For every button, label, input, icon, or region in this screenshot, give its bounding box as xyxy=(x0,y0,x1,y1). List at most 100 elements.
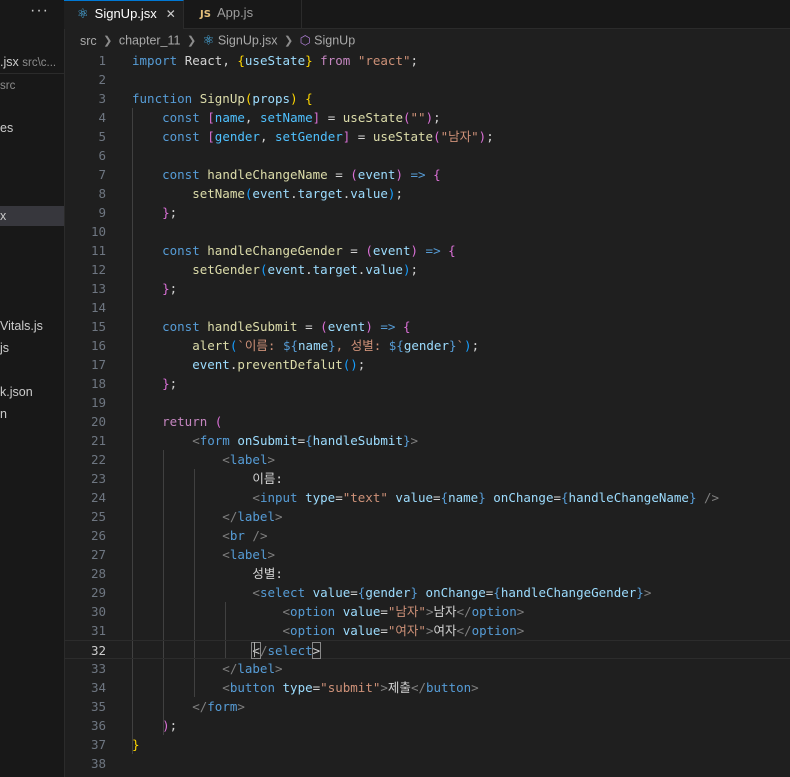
line-number: 4 xyxy=(98,110,106,125)
code-line[interactable]: 1 import React, {useState} from "react"; xyxy=(64,51,790,70)
close-icon[interactable]: ✕ xyxy=(166,7,176,21)
explorer-item-open-editor[interactable]: .jsx src\c... xyxy=(0,52,64,72)
tab-app-js[interactable]: JS App.js xyxy=(184,0,302,28)
code-token: </ xyxy=(456,623,472,638)
code-line[interactable]: 30 <option value="남자">남자</option> xyxy=(64,602,790,621)
code-editor[interactable]: 1 import React, {useState} from "react"; 2… xyxy=(64,50,790,777)
code-line[interactable]: 12 setGender(event.target.value); xyxy=(64,260,790,279)
code-token: /> xyxy=(696,490,720,505)
code-token: useState xyxy=(372,129,434,144)
code-line[interactable]: 36 ); xyxy=(64,716,790,735)
breadcrumb-item-folder[interactable]: chapter_11 xyxy=(119,34,181,48)
code-token: onChange xyxy=(418,585,486,600)
explorer-item-selected[interactable]: x xyxy=(0,206,64,226)
code-token: name xyxy=(298,338,329,353)
code-token: ) xyxy=(290,91,298,106)
code-line[interactable]: 16 alert(`이름: ${name}, 성별: ${gender}`); xyxy=(64,336,790,355)
line-number: 9 xyxy=(98,205,106,220)
code-line[interactable]: 26 <br /> xyxy=(64,526,790,545)
code-token: < xyxy=(132,604,291,619)
breadcrumb-item-file[interactable]: SignUp.jsx xyxy=(218,34,278,48)
code-line[interactable]: 18 }; xyxy=(64,374,790,393)
chevron-right-icon: ❯ xyxy=(186,34,197,47)
line-number: 13 xyxy=(90,281,106,296)
code-line[interactable]: 23 이름: xyxy=(64,469,790,488)
js-icon: JS xyxy=(200,9,211,20)
code-line[interactable]: 29 <select value={gender} onChange={hand… xyxy=(64,583,790,602)
code-token: preventDefalut xyxy=(237,357,343,372)
line-number: 20 xyxy=(90,414,106,429)
code-text: event.preventDefalut(); xyxy=(132,355,365,374)
explorer-item-reportwebvitals[interactable]: Vitals.js xyxy=(0,316,64,336)
code-line[interactable]: 38 xyxy=(64,754,790,773)
code-token: "여자" xyxy=(387,623,426,638)
code-token: handleChangeName xyxy=(568,490,689,505)
code-line[interactable]: 20 return ( xyxy=(64,412,790,431)
breadcrumb-item-symbol[interactable]: SignUp xyxy=(314,34,355,48)
tab-signup-jsx[interactable]: ⚛ SignUp.jsx ✕ xyxy=(64,0,184,29)
code-token: } xyxy=(636,585,644,600)
explorer-item-files[interactable]: es xyxy=(0,118,64,138)
more-actions-icon[interactable]: ··· xyxy=(30,2,49,20)
code-text: function SignUp(props) { xyxy=(132,89,313,108)
code-token: < xyxy=(132,585,260,600)
code-token: select xyxy=(259,585,313,600)
code-line[interactable]: 33 </label> xyxy=(64,659,790,678)
code-line[interactable]: 22 <label> xyxy=(64,450,790,469)
code-line[interactable]: 32 </select> xyxy=(64,640,790,659)
code-line[interactable]: 5 const [gender, setGender] = useState("… xyxy=(64,127,790,146)
code-line[interactable]: 37} xyxy=(64,735,790,754)
code-line[interactable]: 6 xyxy=(64,146,790,165)
code-token: event xyxy=(357,167,396,182)
explorer-item-setuptests[interactable]: js xyxy=(0,338,64,358)
code-line[interactable]: 34 <button type="submit">제출</button> xyxy=(64,678,790,697)
line-number: 38 xyxy=(90,756,106,771)
code-line[interactable]: 4 const [name, setName] = useState(""); xyxy=(64,108,790,127)
code-token: < xyxy=(132,490,260,505)
code-token: setGender xyxy=(132,262,260,277)
explorer-item-label: src xyxy=(0,80,16,92)
code-line[interactable]: 3 function SignUp(props) { xyxy=(64,89,790,108)
code-text: 이름: xyxy=(132,469,283,488)
code-line[interactable]: 19 xyxy=(64,393,790,412)
line-number: 25 xyxy=(90,509,106,524)
code-text: const handleSubmit = (event) => { xyxy=(132,317,410,336)
code-line[interactable]: 25 </label> xyxy=(64,507,790,526)
code-line[interactable]: 8 setName(event.target.value); xyxy=(64,184,790,203)
code-line[interactable]: 21 <form onSubmit={handleSubmit}> xyxy=(64,431,790,450)
code-line[interactable]: 9 }; xyxy=(64,203,790,222)
code-line[interactable]: 10 xyxy=(64,222,790,241)
code-token: ` xyxy=(456,338,465,353)
explorer-item-src[interactable]: src xyxy=(0,75,64,95)
explorer-item-label: x xyxy=(0,209,7,223)
code-token: const xyxy=(132,319,208,334)
code-line[interactable]: 17 event.preventDefalut(); xyxy=(64,355,790,374)
code-text: </select> xyxy=(132,641,322,660)
code-line[interactable]: 15 const handleSubmit = (event) => { xyxy=(64,317,790,336)
code-line[interactable]: 35 </form> xyxy=(64,697,790,716)
code-token: => xyxy=(372,319,403,334)
code-line[interactable]: 14 xyxy=(64,298,790,317)
code-token: , xyxy=(259,129,276,144)
code-token: from xyxy=(312,53,358,68)
code-line[interactable]: 11 const handleChangeGender = (event) =>… xyxy=(64,241,790,260)
code-token: useState xyxy=(342,110,403,125)
code-text: </form> xyxy=(132,697,245,716)
explorer-item-package-lock[interactable]: k.json xyxy=(0,382,64,402)
code-token: handleSubmit xyxy=(207,319,298,334)
code-line[interactable]: 2 xyxy=(64,70,790,89)
code-line[interactable]: 28 성별: xyxy=(64,564,790,583)
code-text: }; xyxy=(132,374,177,393)
code-line[interactable]: 31 <option value="여자">여자</option> xyxy=(64,621,790,640)
code-line[interactable]: 24 <input type="text" value={name} onCha… xyxy=(64,488,790,507)
line-number: 10 xyxy=(90,224,106,239)
code-line[interactable]: 7 const handleChangeName = (event) => { xyxy=(64,165,790,184)
code-token: "" xyxy=(410,110,426,125)
breadcrumb-item-src[interactable]: src xyxy=(80,34,97,48)
code-token: > xyxy=(425,604,434,619)
explorer-item-readme[interactable]: n xyxy=(0,404,64,424)
code-line[interactable]: 13 }; xyxy=(64,279,790,298)
code-line[interactable]: 27 <label> xyxy=(64,545,790,564)
code-token: gender xyxy=(214,129,260,144)
code-token: ( xyxy=(433,129,441,144)
